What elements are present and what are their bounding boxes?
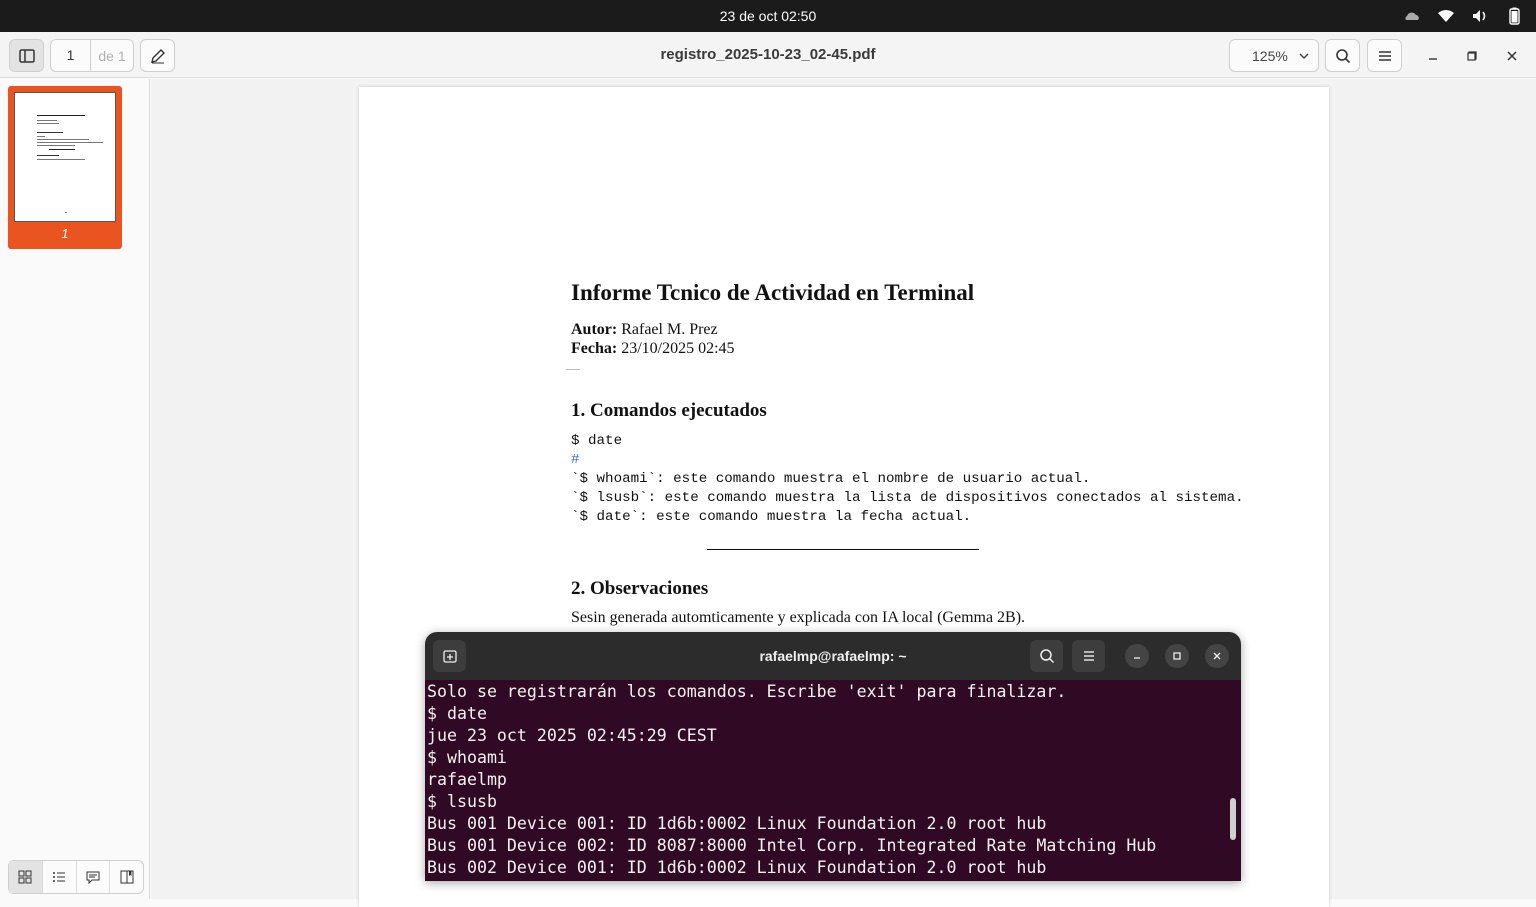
annotate-button[interactable] [140, 39, 175, 72]
pdf-code-line: `$ date`: este comando muestra la fecha … [571, 509, 972, 525]
tab-outline[interactable] [43, 861, 77, 893]
page-total-label: de 1 [98, 47, 126, 64]
thumbnail-preview [14, 92, 116, 222]
terminal-line: Bus 001 Device 002: ID 8087:8000 Intel C… [427, 836, 1157, 855]
zoom-value: 125% [1252, 47, 1288, 64]
maximize-button[interactable] [1462, 46, 1482, 66]
pdf-code-line: $ date [571, 433, 623, 449]
minimize-button[interactable] [1423, 46, 1443, 66]
pencil-icon [150, 48, 165, 63]
terminal-window[interactable]: rafaelmp@rafaelmp: ~ Solo se registrarán… [425, 632, 1241, 881]
pdf-date-line: Fecha: 23/10/2025 02:45 [571, 340, 735, 358]
pdf-author-line: Autor: Rafael M. Prez [571, 321, 718, 339]
pdf-code-line: # [571, 452, 580, 468]
terminal-output[interactable]: Solo se registrarán los comandos. Escrib… [425, 680, 1241, 881]
battery-icon[interactable] [1504, 6, 1524, 26]
book-icon [120, 870, 134, 884]
new-tab-icon [442, 650, 457, 663]
cloud-icon[interactable] [1402, 6, 1422, 26]
maximize-icon [1467, 51, 1477, 61]
zoom-dropdown[interactable]: 125% [1229, 39, 1319, 72]
list-icon [53, 872, 66, 882]
terminal-headerbar[interactable]: rafaelmp@rafaelmp: ~ [425, 632, 1241, 680]
pdf-title: Informe Tcnico de Actividad en Terminal [571, 280, 975, 305]
terminal-line: $ date [427, 704, 487, 723]
sidebar-icon [18, 48, 35, 63]
pdf-section-heading: 1. Comandos ejecutados [571, 400, 767, 421]
tab-thumbnails[interactable] [9, 861, 43, 893]
terminal-scrollbar[interactable] [1230, 798, 1236, 840]
close-icon [1213, 652, 1221, 660]
system-top-bar: 23 de oct 02:50 [0, 0, 1536, 32]
main-menu-button[interactable] [1367, 39, 1402, 72]
search-icon [1039, 649, 1054, 664]
hamburger-icon [1083, 651, 1094, 661]
tab-annotations[interactable] [77, 861, 111, 893]
terminal-maximize-button[interactable] [1165, 644, 1189, 668]
terminal-title: rafaelmp@rafaelmp: ~ [759, 648, 907, 664]
terminal-line: jue 23 oct 2025 02:45:29 CEST [427, 726, 717, 745]
terminal-menu-button[interactable] [1072, 640, 1105, 672]
page-number-input[interactable]: 1 [51, 40, 91, 71]
sidebar-view-switcher [8, 860, 144, 894]
tab-bookmarks[interactable] [110, 861, 143, 893]
author-label: Autor: [571, 321, 618, 338]
date-label: Fecha: [571, 340, 618, 357]
maximize-icon [1173, 652, 1181, 660]
page-selector[interactable]: 1 de 1 [50, 39, 134, 72]
terminal-close-button[interactable] [1205, 644, 1229, 668]
pdf-paragraph: Sesin generada automticamente y explicad… [571, 609, 1026, 626]
clock[interactable]: 23 de oct 02:50 [0, 0, 1536, 32]
pdf-separator-dash [566, 369, 580, 370]
pdf-section-heading: 2. Observaciones [571, 578, 709, 599]
date-value: 23/10/2025 02:45 [621, 340, 735, 357]
terminal-line: $ lsusb [427, 792, 497, 811]
annotation-icon [86, 871, 100, 884]
author-value: Rafael M. Prez [621, 321, 718, 338]
minimize-icon [1134, 657, 1140, 659]
terminal-line: $ whoami [427, 748, 507, 767]
terminal-line: rafaelmp [427, 770, 507, 789]
hamburger-icon [1378, 50, 1391, 61]
system-tray[interactable] [1402, 6, 1524, 26]
search-button[interactable] [1325, 39, 1360, 72]
thumbnail-sidebar: 1 [0, 79, 150, 899]
new-tab-button[interactable] [433, 640, 466, 672]
grid-icon [18, 870, 32, 884]
terminal-line: Bus 002 Device 001: ID 1d6b:0002 Linux F… [427, 858, 1047, 877]
close-icon [1507, 51, 1517, 61]
terminal-minimize-button[interactable] [1125, 644, 1149, 668]
thumbnail-page-number: 1 [61, 226, 69, 241]
search-icon [1335, 48, 1350, 63]
volume-icon[interactable] [1470, 6, 1490, 26]
wifi-icon[interactable] [1436, 6, 1456, 26]
page-thumbnail[interactable]: 1 [8, 86, 122, 249]
sidebar-toggle-button[interactable] [9, 39, 44, 72]
document-viewer-headerbar: registro_2025-10-23_02-45.pdf 1 de 1 125… [0, 32, 1536, 78]
terminal-line: Solo se registrarán los comandos. Escrib… [427, 682, 1067, 701]
pdf-code-line: `$ whoami`: este comando muestra el nomb… [571, 471, 1091, 487]
terminal-line: Bus 001 Device 001: ID 1d6b:0002 Linux F… [427, 814, 1047, 833]
minimize-icon [1429, 58, 1437, 60]
pdf-horizontal-rule [707, 549, 979, 550]
terminal-search-button[interactable] [1030, 640, 1063, 672]
chevron-down-icon [1299, 52, 1309, 59]
pdf-code-line: `$ lsusb`: este comando muestra la lista… [571, 490, 1244, 506]
close-button[interactable] [1502, 46, 1522, 66]
